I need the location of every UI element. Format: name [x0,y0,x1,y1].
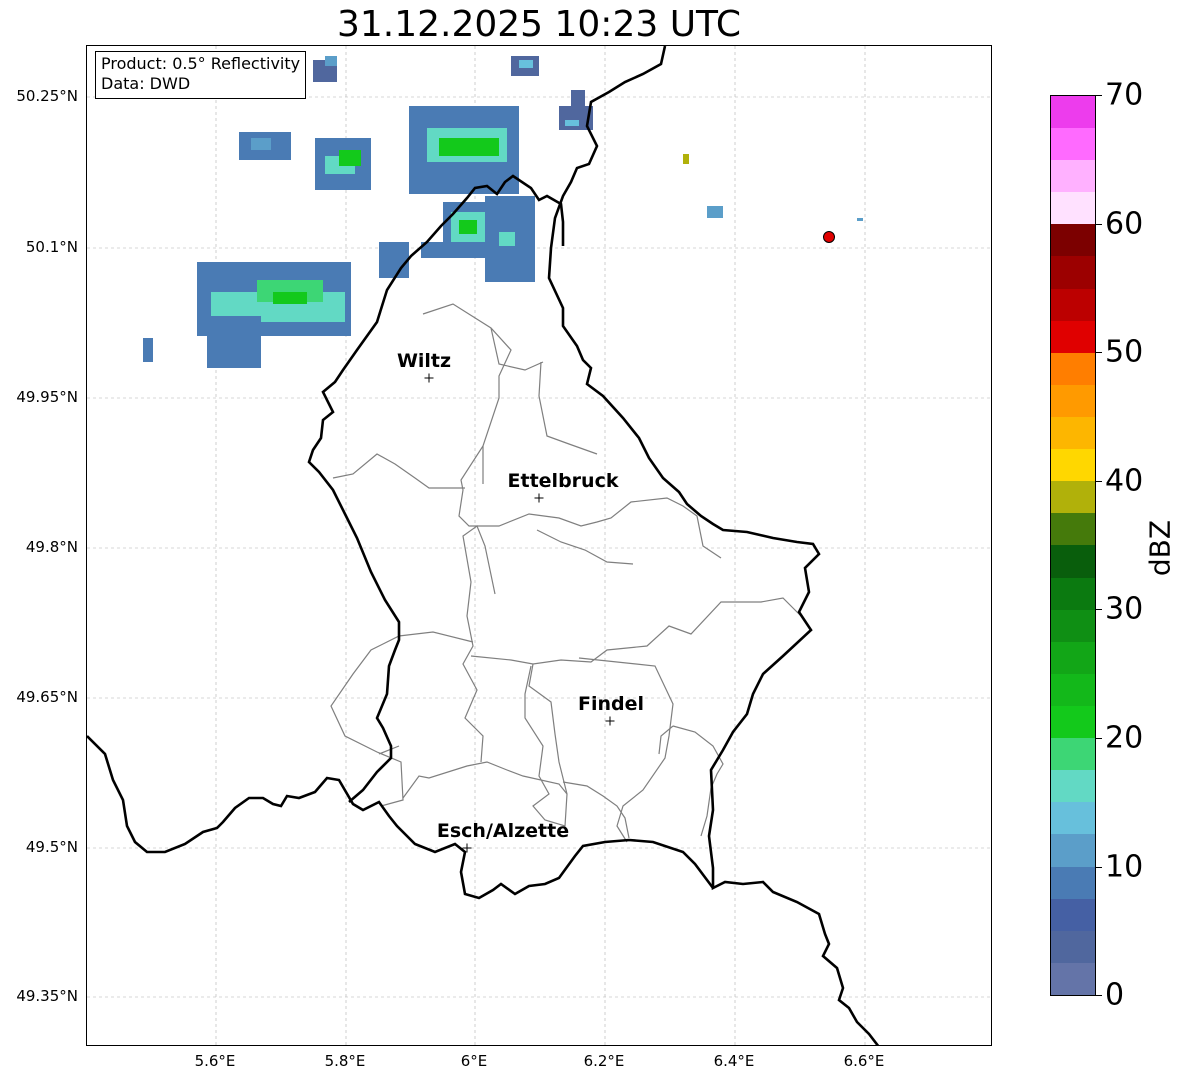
colorbar-tick [1096,95,1102,96]
city-label-esch-alzette: Esch/Alzette [436,820,570,842]
city-marker-esch-alzette [462,843,472,853]
colorbar-tick-label: 10 [1105,849,1144,885]
echo-cell-east [683,154,863,221]
colorbar-swatch [1051,160,1095,193]
colorbar-swatch [1051,513,1095,546]
colorbar-swatch [1051,192,1095,225]
city-label-wiltz: Wiltz [396,350,452,372]
lon-label: 6°E [460,1052,488,1070]
colorbar-swatch [1051,481,1095,514]
colorbar-swatch [1051,288,1095,321]
lon-label: 6.2°E [583,1052,625,1070]
colorbar-tick-label: 20 [1105,720,1144,756]
colorbar-swatch [1051,930,1095,963]
district-borders [330,303,804,843]
lat-label: 50.1°N [25,238,78,256]
lat-label: 49.65°N [16,688,78,706]
echo-cell-3 [409,106,519,194]
colorbar-tick [1096,738,1102,739]
lat-label: 49.95°N [16,388,78,406]
colorbar-swatch [1051,352,1095,385]
lon-label: 6.6°E [843,1052,885,1070]
map-title: 31.12.2025 10:23 UTC [336,4,742,45]
product-info-box: Product: 0.5° Reflectivity Data: DWD [95,51,307,99]
colorbar-tick [1096,481,1102,482]
colorbar-swatch [1051,128,1095,161]
colorbar-swatch [1051,449,1095,482]
colorbar-title: dBZ [1143,519,1177,577]
colorbar-swatch [1051,673,1095,707]
lon-label: 6.4°E [713,1052,755,1070]
city-marker-findel [605,716,615,726]
colorbar-swatch [1051,384,1095,418]
city-marker-wiltz [424,373,434,383]
colorbar-tick [1096,352,1102,353]
lon-label: 5.6°E [194,1052,236,1070]
city-label-findel: Findel [577,693,645,715]
colorbar-tick [1096,609,1102,610]
echo-cell-6 [379,242,443,278]
colorbar-swatch [1051,738,1095,771]
echo-cell-7 [143,262,351,368]
colorbar-swatch [1051,802,1095,835]
colorbar-swatch [1051,706,1095,739]
colorbar-swatch [1051,224,1095,257]
colorbar-swatch [1051,256,1095,289]
colorbar-tick-label: 50 [1105,334,1144,370]
city-label-ettelbruck: Ettelbruck [507,470,619,492]
gridlines [87,46,991,1045]
colorbar-swatch [1051,545,1095,578]
data-source-text: Data: DWD [101,74,191,93]
colorbar-swatch [1051,834,1095,867]
country-borders [87,46,880,1045]
colorbar-swatch [1051,417,1095,450]
echo-cell-5 [485,196,535,282]
colorbar-tick [1096,224,1102,225]
colorbar-tick-label: 0 [1105,977,1125,1013]
product-text: Product: 0.5° Reflectivity [101,54,301,73]
colorbar-swatch [1051,866,1095,899]
colorbar-swatch [1051,770,1095,803]
colorbar-tick-label: 40 [1105,463,1144,499]
radar-site-marker [823,231,835,243]
colorbar-swatch [1051,962,1095,995]
lat-label: 49.8°N [25,538,78,556]
city-marker-ettelbruck [534,493,544,503]
map-area[interactable] [86,45,992,1046]
radar-map [87,46,991,1045]
lat-label: 49.35°N [16,987,78,1005]
colorbar-swatch [1051,577,1095,610]
echo-cell-2 [315,138,371,190]
colorbar-tick [1096,995,1102,996]
lon-label: 5.8°E [324,1052,366,1070]
lat-label: 50.25°N [16,87,78,105]
colorbar-swatch [1051,898,1095,931]
colorbar [1050,95,1096,996]
lat-label: 49.5°N [25,838,78,856]
colorbar-tick-label: 30 [1105,591,1144,627]
colorbar-tick-label: 60 [1105,206,1144,242]
colorbar-tick-label: 70 [1105,77,1144,113]
colorbar-tick [1096,867,1102,868]
echo-cell-1 [239,132,291,160]
colorbar-swatch [1051,641,1095,674]
radar-echoes [143,56,863,368]
colorbar-swatch [1051,609,1095,642]
colorbar-swatch [1051,95,1095,129]
colorbar-swatch [1051,320,1095,353]
